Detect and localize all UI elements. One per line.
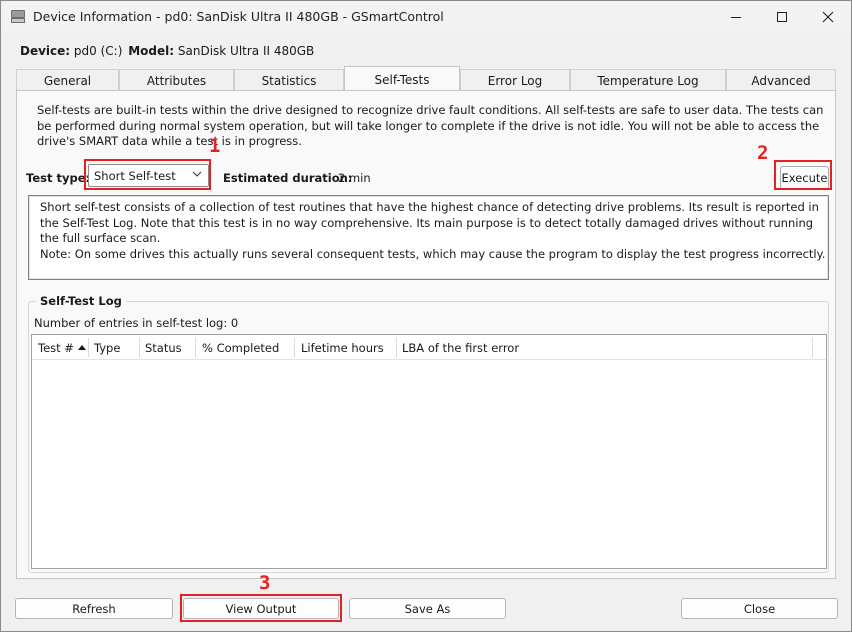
chevron-down-icon [192, 171, 202, 177]
tab-bar: General Attributes Statistics Self-Tests… [16, 66, 836, 92]
column-status[interactable]: Status [145, 341, 182, 355]
column-lifetime-hours[interactable]: Lifetime hours [301, 341, 384, 355]
device-info-line: Device: pd0 (C:) Model: SanDisk Ultra II… [20, 44, 314, 58]
maximize-button[interactable] [759, 1, 805, 33]
column-test-number[interactable]: Test # [38, 341, 86, 355]
tab-attributes[interactable]: Attributes [119, 69, 234, 92]
minimize-icon [731, 16, 741, 18]
test-type-value: Short Self-test [94, 169, 176, 183]
table-header: Test # Type Status % Completed Lifetime … [32, 335, 826, 360]
sort-ascending-icon [77, 345, 86, 350]
model-value: SanDisk Ultra II 480GB [177, 44, 315, 58]
tab-general[interactable]: General [16, 69, 119, 92]
estimated-duration-value: 2 min [338, 171, 371, 185]
device-value: pd0 (C:) [73, 44, 123, 58]
self-tests-description: Self-tests are built-in tests within the… [37, 103, 824, 148]
view-output-button[interactable]: View Output [183, 598, 339, 619]
self-test-log-title: Self-Test Log [36, 294, 126, 308]
self-test-log-table[interactable]: Test # Type Status % Completed Lifetime … [31, 334, 827, 569]
test-description-line: Note: On some drives this actually runs … [40, 246, 826, 261]
column-separator[interactable] [812, 338, 813, 357]
column-separator[interactable] [195, 338, 196, 357]
test-type-label: Test type: [26, 171, 91, 185]
tab-statistics[interactable]: Statistics [234, 69, 344, 92]
column-separator[interactable] [88, 338, 89, 357]
window-title: Device Information - pd0: SanDisk Ultra … [33, 9, 444, 24]
execute-button[interactable]: Execute [780, 166, 829, 189]
column-separator[interactable] [294, 338, 295, 357]
tab-advanced[interactable]: Advanced [726, 69, 836, 92]
test-type-select[interactable]: Short Self-test [88, 164, 209, 187]
annotation-number-3: 3 [259, 572, 271, 594]
column-type[interactable]: Type [94, 341, 120, 355]
annotation-number-1: 1 [209, 135, 221, 157]
close-button[interactable]: Close [681, 598, 838, 619]
device-information-window: Device Information - pd0: SanDisk Ultra … [0, 0, 852, 632]
estimated-duration-label: Estimated duration: [223, 171, 353, 185]
test-description-box[interactable]: Short self-test consists of a collection… [28, 195, 829, 280]
minimize-button[interactable] [713, 1, 759, 33]
column-separator[interactable] [139, 338, 140, 357]
self-tests-panel: Self-tests are built-in tests within the… [16, 90, 836, 579]
log-entries-count: Number of entries in self-test log: 0 [34, 316, 239, 330]
annotation-number-2: 2 [757, 142, 769, 164]
close-icon [822, 11, 834, 23]
maximize-icon [777, 12, 787, 22]
tab-error-log[interactable]: Error Log [460, 69, 570, 92]
drive-icon [11, 10, 25, 23]
tab-temperature-log[interactable]: Temperature Log [570, 69, 726, 92]
column-percent-completed[interactable]: % Completed [202, 341, 279, 355]
model-label: Model: [128, 44, 175, 58]
column-separator[interactable] [396, 338, 397, 357]
device-label: Device: [20, 44, 71, 58]
column-lba-first-error[interactable]: LBA of the first error [402, 341, 519, 355]
column-test-number-label: Test # [38, 341, 74, 355]
title-bar: Device Information - pd0: SanDisk Ultra … [1, 1, 851, 33]
save-as-button[interactable]: Save As [349, 598, 506, 619]
close-window-button[interactable] [805, 1, 851, 33]
refresh-button[interactable]: Refresh [15, 598, 173, 619]
tab-self-tests[interactable]: Self-Tests [344, 66, 460, 92]
test-description-line: Short self-test consists of a collection… [40, 200, 819, 245]
